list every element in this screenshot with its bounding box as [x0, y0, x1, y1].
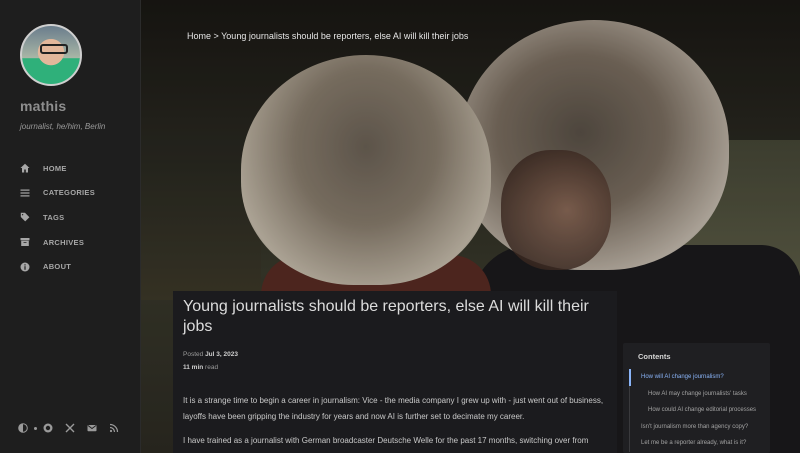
post-date-meta: Posted Jul 3, 2023	[183, 351, 238, 358]
breadcrumb-separator: >	[211, 31, 222, 41]
toc-list: How will AI change journalism? How AI ma…	[629, 369, 770, 452]
nav-label-about: ABOUT	[43, 262, 72, 272]
toc-item[interactable]: How will AI change journalism?	[629, 369, 770, 386]
home-icon	[20, 163, 30, 173]
nav-label-tags: TAGS	[43, 212, 65, 222]
post-paragraph: It is a strange time to begin a career i…	[183, 396, 604, 421]
toc-item[interactable]: How AI may change journalists' tasks	[630, 386, 770, 403]
breadcrumb-current: Young journalists should be reporters, e…	[221, 31, 469, 41]
toc-item[interactable]: How could AI change editorial processes	[630, 402, 770, 419]
nav-item-archives[interactable]: ARCHIVES	[0, 230, 141, 255]
read-time-meta: 11 min read	[183, 364, 218, 371]
site-subtitle: journalist, he/him, Berlin	[20, 122, 106, 131]
read-suffix: read	[205, 364, 219, 371]
site-title[interactable]: mathis	[20, 98, 66, 114]
nav-item-home[interactable]: HOME	[0, 156, 141, 181]
nav-label-categories: CATEGORIES	[43, 188, 96, 198]
nav-item-tags[interactable]: TAGS	[0, 205, 141, 230]
rss-icon[interactable]	[107, 421, 121, 435]
toc-item[interactable]: Isn't journalism more than agency copy?	[630, 419, 770, 436]
list-icon	[20, 188, 30, 198]
theme-toggle-icon[interactable]	[16, 421, 30, 435]
post-title: Young journalists should be reporters, e…	[183, 298, 589, 335]
footer-separator	[34, 426, 37, 430]
avatar[interactable]	[20, 24, 82, 86]
sidebar-nav: HOME CATEGORIES TAGS ARCHIVES ABOUT	[0, 156, 141, 279]
read-time: 11 min	[183, 364, 204, 371]
nav-item-categories[interactable]: CATEGORIES	[0, 181, 141, 206]
breadcrumb-home-link[interactable]: Home	[187, 31, 211, 41]
sidebar: mathis journalist, he/him, Berlin HOME C…	[0, 0, 141, 453]
github-icon[interactable]	[41, 421, 55, 435]
post-content: Young journalists should be reporters, e…	[173, 291, 617, 453]
posted-label: Posted	[183, 351, 204, 358]
toc-item[interactable]: Let me be a reporter already, what is it…	[630, 435, 770, 452]
nav-item-about[interactable]: ABOUT	[0, 254, 141, 279]
sidebar-footer	[16, 421, 129, 435]
archive-icon	[20, 237, 30, 247]
info-icon	[20, 262, 30, 272]
post-date: Jul 3, 2023	[205, 351, 238, 358]
tag-icon	[20, 212, 30, 222]
toc-panel: Contents How will AI change journalism? …	[623, 343, 770, 453]
toc-title: Contents	[638, 352, 671, 361]
nav-label-archives: ARCHIVES	[43, 237, 85, 247]
x-icon[interactable]	[63, 421, 77, 435]
post-paragraph: I have trained as a journalist with Germ…	[183, 436, 589, 445]
nav-label-home: HOME	[43, 163, 67, 173]
email-icon[interactable]	[85, 421, 99, 435]
breadcrumb: Home > Young journalists should be repor…	[187, 31, 468, 41]
